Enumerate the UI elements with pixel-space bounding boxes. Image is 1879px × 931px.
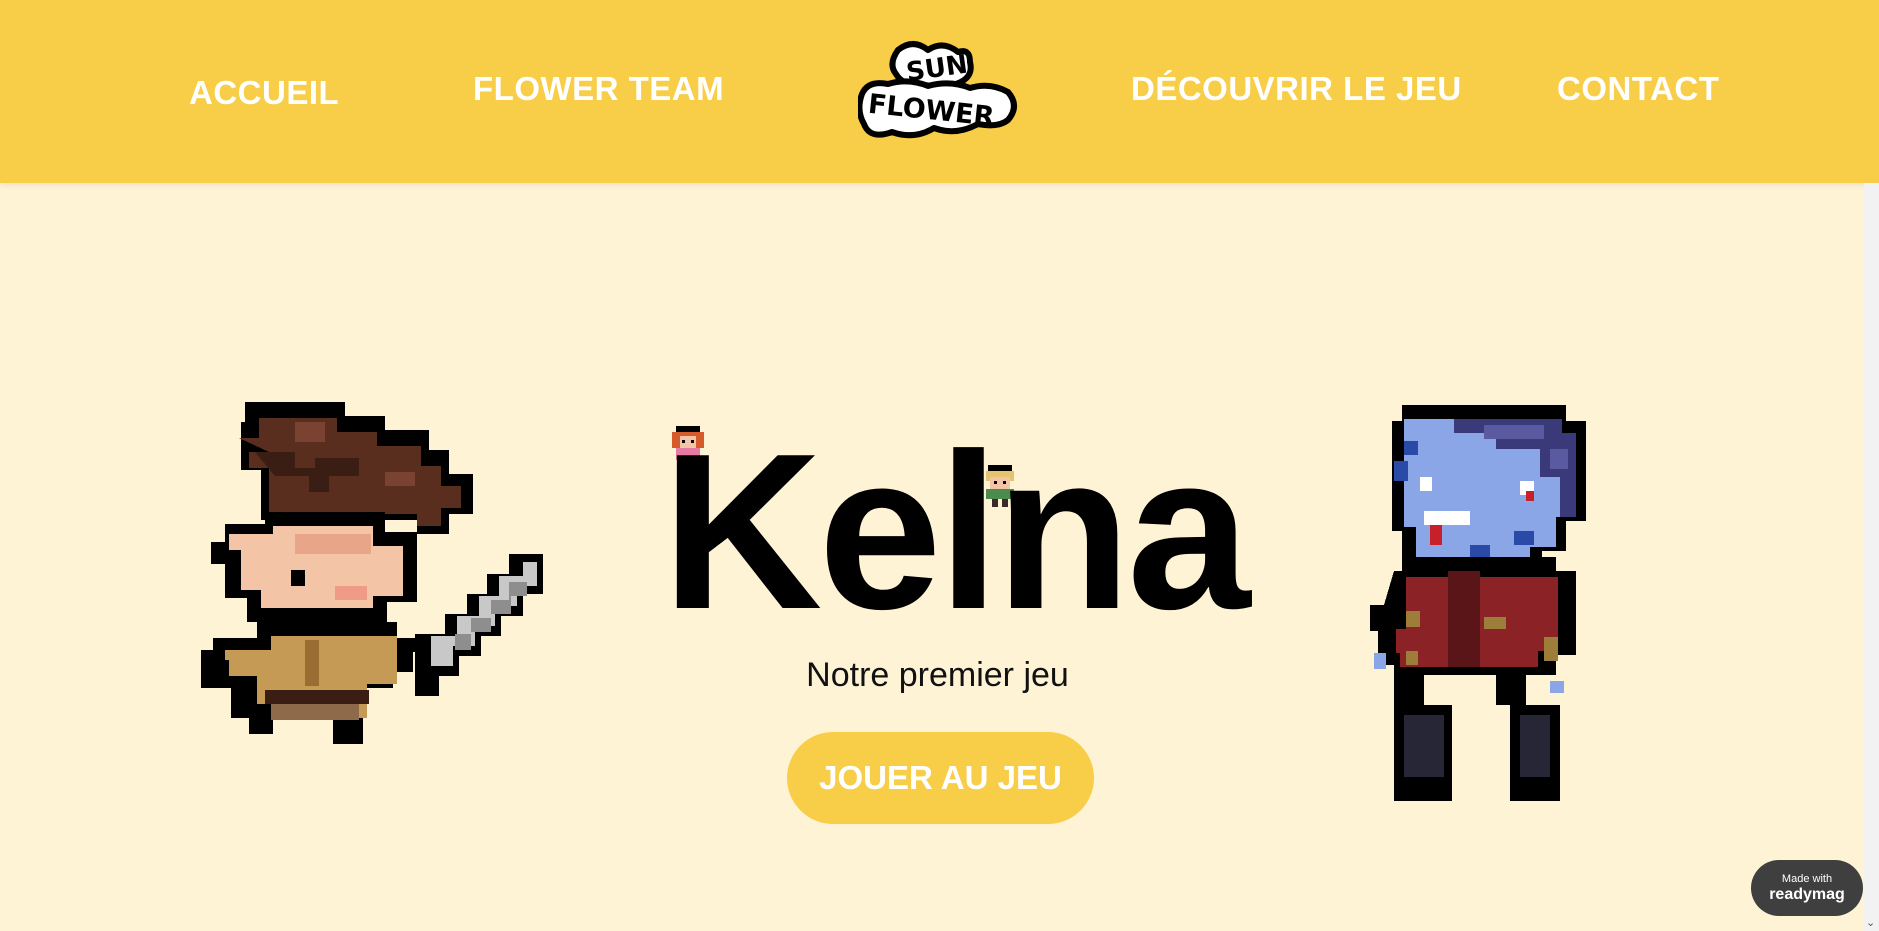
made-with-readymag-badge[interactable]: Made with readymag	[1751, 860, 1863, 916]
badge-line2: readymag	[1769, 886, 1845, 903]
vertical-scrollbar[interactable]: ⌄	[1864, 183, 1879, 931]
nav-accueil[interactable]: ACCUEIL	[189, 74, 339, 112]
play-game-button[interactable]: JOUER AU JEU	[787, 732, 1094, 824]
sun-flower-logo[interactable]: SUN FLOWER	[858, 40, 1020, 145]
game-title: Kelna	[662, 408, 1251, 656]
nav-contact[interactable]: CONTACT	[1557, 70, 1719, 108]
site-header: ACCUEIL FLOWER TEAM SUN FLOWER DÉCOUVRIR…	[0, 0, 1879, 183]
nav-flower-team[interactable]: FLOWER TEAM	[473, 70, 724, 108]
zombie-character	[1370, 405, 1586, 801]
game-subtitle: Notre premier jeu	[806, 656, 1069, 694]
warrior-character	[201, 402, 543, 744]
scroll-down-arrow-icon[interactable]: ⌄	[1866, 916, 1875, 929]
nav-decouvrir[interactable]: DÉCOUVRIR LE JEU	[1131, 70, 1462, 108]
badge-line1: Made with	[1781, 873, 1833, 885]
